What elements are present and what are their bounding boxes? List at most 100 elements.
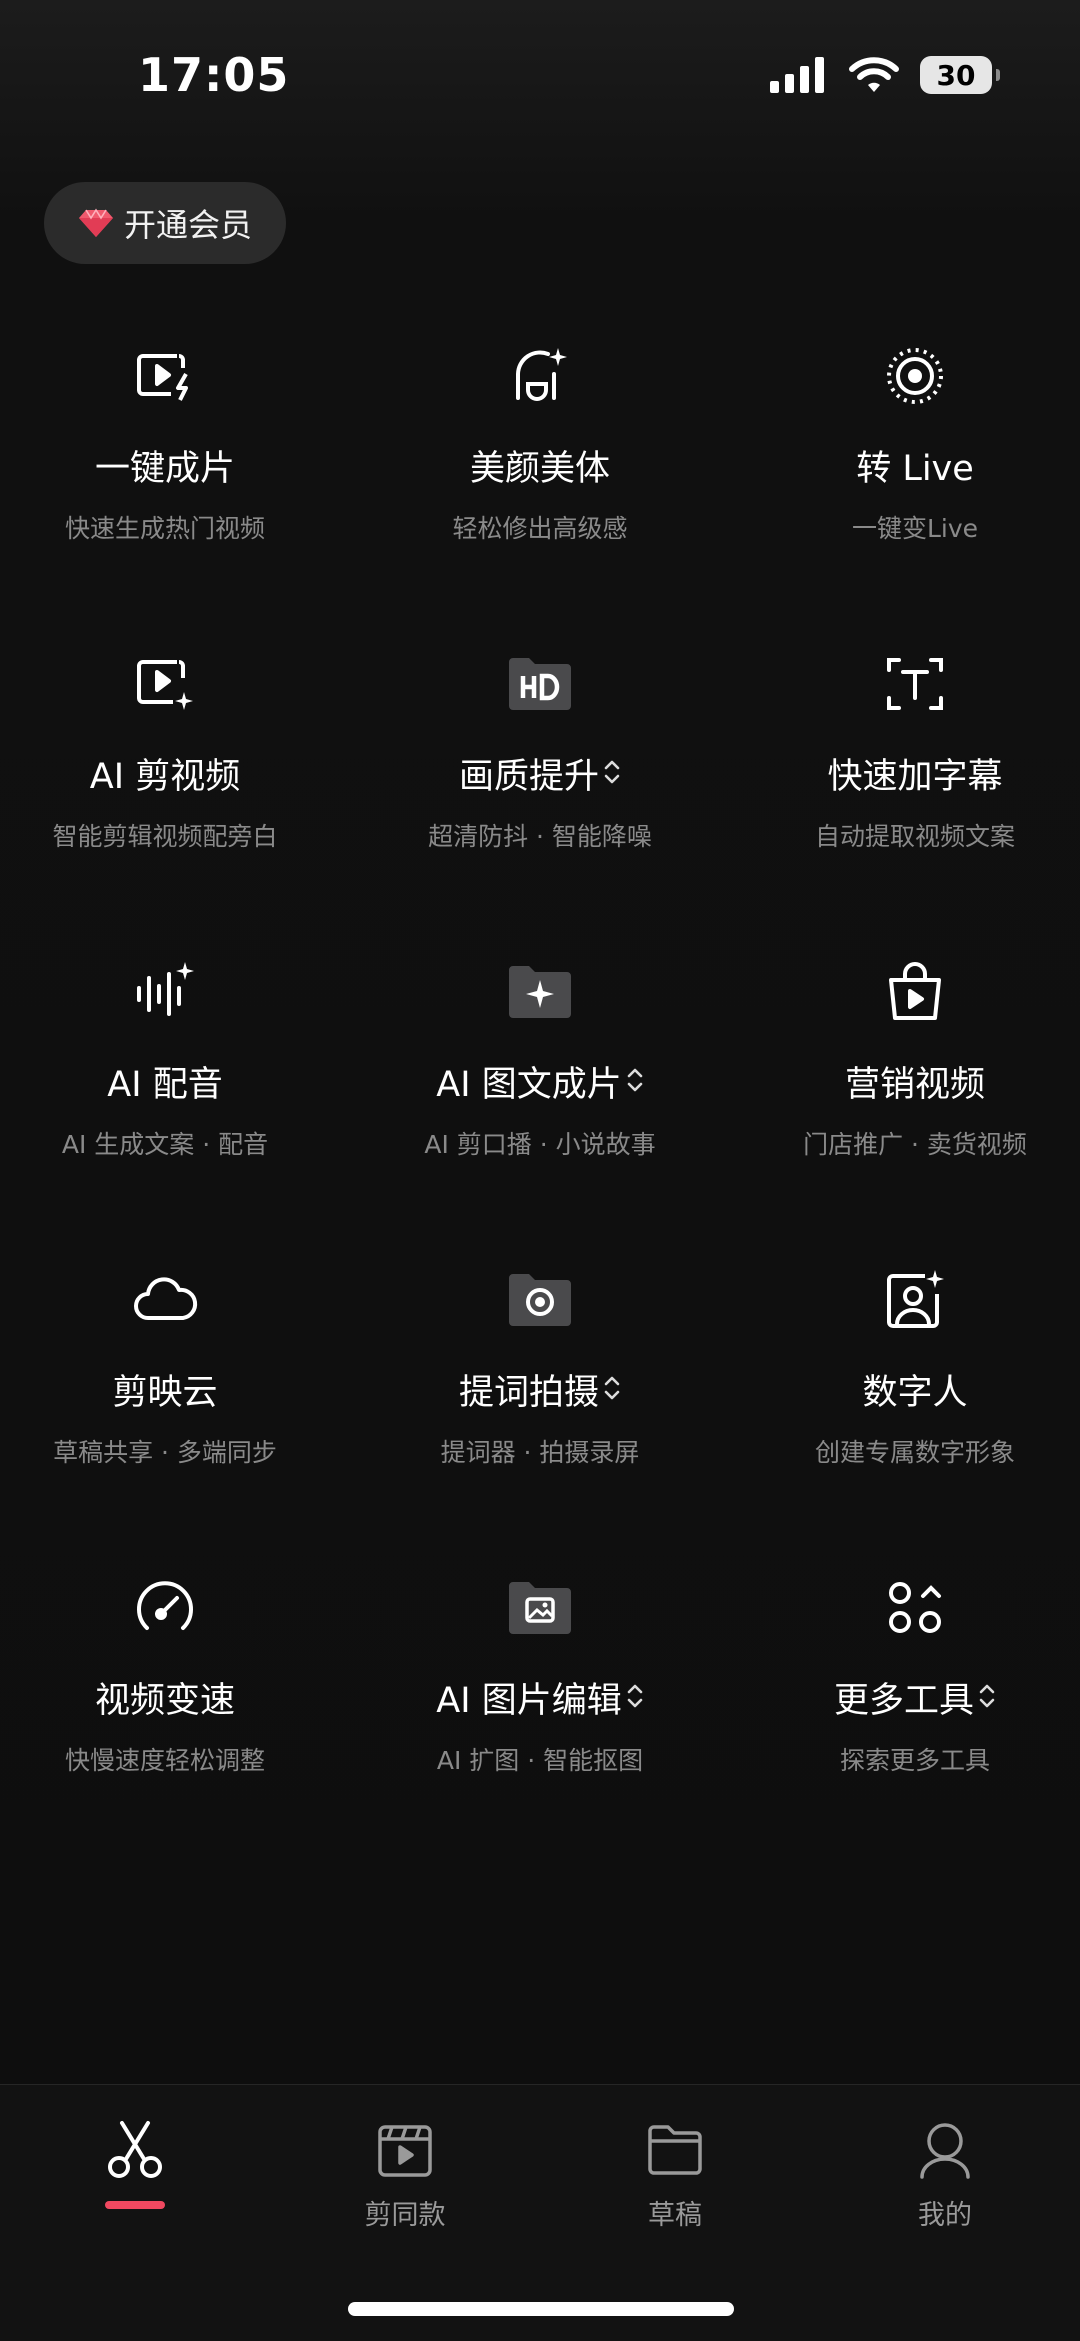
tool-title-text: AI 配音 xyxy=(107,1065,223,1105)
video-flash-icon xyxy=(137,354,188,401)
nav-item-drafts[interactable]: 草稿 xyxy=(575,2119,775,2232)
nav-item-templates[interactable]: 剪同款 xyxy=(305,2119,505,2232)
tool-title-text: AI 图片编辑 xyxy=(436,1681,622,1721)
switch-updown-icon xyxy=(626,1067,644,1097)
more-tools-icon xyxy=(889,1582,941,1633)
nav-icon-wrap xyxy=(914,2119,976,2181)
tool-icon-wrap xyxy=(879,1572,951,1644)
tool-subtitle: 提词器 · 拍摄录屏 xyxy=(440,1438,640,1467)
nav-icon-wrap xyxy=(104,2119,166,2181)
tool-title-text: 快速加字幕 xyxy=(827,757,1003,797)
vip-member-label: 开通会员 xyxy=(123,206,252,244)
tool-title-text: 剪映云 xyxy=(112,1373,218,1413)
tool-subtitle: 超清防抖 · 智能降噪 xyxy=(428,822,652,851)
tool-icon-wrap xyxy=(129,1264,201,1336)
tool-quality[interactable]: 画质提升超清防抖 · 智能降噪 xyxy=(330,638,750,946)
tool-subtitle: 快慢速度轻松调整 xyxy=(64,1746,265,1775)
clapper-icon xyxy=(378,2125,432,2177)
tool-title: 营销视频 xyxy=(845,1056,985,1107)
nav-item-edit[interactable] xyxy=(35,2119,235,2209)
tool-icon-wrap xyxy=(129,1572,201,1644)
switch-updown-icon xyxy=(603,1375,621,1405)
tool-live[interactable]: 转 Live 一键变Live xyxy=(750,330,1080,638)
tool-title-text: AI 剪视频 xyxy=(89,757,241,797)
tool-title: 画质提升 xyxy=(459,748,621,799)
tool-teleprompter[interactable]: 提词拍摄提词器 · 拍摄录屏 xyxy=(330,1254,750,1562)
tool-icon-wrap xyxy=(504,1264,576,1336)
scissors-icon xyxy=(108,2121,162,2178)
tool-icon-wrap xyxy=(504,340,576,412)
tool-title: 一键成片 xyxy=(95,440,235,491)
tool-title: 转 Live xyxy=(856,440,974,491)
sparkle-folder-icon xyxy=(509,966,571,1018)
cloud-icon xyxy=(134,1277,198,1320)
speedometer-icon xyxy=(137,1581,193,1630)
tool-icon-wrap xyxy=(504,648,576,720)
live-photo-icon xyxy=(887,348,943,404)
tool-ai-image[interactable]: AI 图片编辑 AI 扩图 · 智能抠图 xyxy=(330,1562,750,1870)
vip-member-button[interactable]: 开通会员 xyxy=(44,182,286,264)
tool-icon-wrap xyxy=(879,956,951,1028)
face-sparkle-icon xyxy=(516,348,567,401)
tool-icon-wrap xyxy=(129,648,201,720)
tool-ai-imgtext[interactable]: AI 图文成片 AI 剪口播 · 小说故事 xyxy=(330,946,750,1254)
nav-icon-wrap xyxy=(374,2119,436,2181)
hd-folder-icon xyxy=(509,658,571,710)
tool-avatar[interactable]: 数字人 创建专属数字形象 xyxy=(750,1254,1080,1562)
tool-captions[interactable]: 快速加字幕自动提取视频文案 xyxy=(750,638,1080,946)
tool-title-text: 更多工具 xyxy=(833,1681,974,1721)
image-folder-icon xyxy=(509,1582,571,1634)
nav-icon-wrap xyxy=(644,2119,706,2181)
tool-title-text: 转 Live xyxy=(856,449,974,489)
tool-icon-wrap xyxy=(879,648,951,720)
tool-icon-wrap xyxy=(879,1264,951,1336)
user-icon xyxy=(920,2123,970,2179)
tool-title: 美颜美体 xyxy=(470,440,610,491)
tool-marketing[interactable]: 营销视频门店推广 · 卖货视频 xyxy=(750,946,1080,1254)
tool-title: AI 图文成片 xyxy=(436,1056,643,1107)
tool-cloud[interactable]: 剪映云 草稿共享 · 多端同步 xyxy=(0,1254,330,1562)
tool-more[interactable]: 更多工具探索更多工具 xyxy=(750,1562,1080,1870)
tool-icon-wrap xyxy=(504,1572,576,1644)
diamond-icon xyxy=(78,208,113,237)
status-bar: 17:05 30 xyxy=(0,0,1080,160)
tool-subtitle: 门店推广 · 卖货视频 xyxy=(803,1130,1027,1159)
folder-icon xyxy=(648,2125,702,2175)
nav-item-me[interactable]: 我的 xyxy=(845,2119,1045,2232)
tool-ai-voice[interactable]: AI 配音 AI 生成文案 · 配音 xyxy=(0,946,330,1254)
tool-title: 数字人 xyxy=(862,1364,967,1415)
tool-title-text: 视频变速 xyxy=(94,1681,235,1721)
tool-speed[interactable]: 视频变速快慢速度轻松调整 xyxy=(0,1562,330,1870)
battery-indicator: 30 xyxy=(920,56,1000,94)
tool-title: 视频变速 xyxy=(95,1672,235,1723)
wifi-icon xyxy=(849,57,899,92)
status-indicators: 30 xyxy=(770,56,1000,94)
text-frame-icon xyxy=(887,658,943,710)
home-indicator xyxy=(348,2302,734,2316)
waveform-icon xyxy=(137,962,194,1016)
status-time: 17:05 xyxy=(138,48,290,102)
tool-title: 快速加字幕 xyxy=(827,748,1002,799)
tool-subtitle: 轻松修出高级感 xyxy=(452,514,628,543)
tool-one-click[interactable]: 一键成片 快速生成热门视频 xyxy=(0,330,330,638)
tool-subtitle: 自动提取视频文案 xyxy=(814,822,1015,851)
tool-icon-wrap xyxy=(879,340,951,412)
person-sparkle-icon xyxy=(887,1270,944,1328)
tool-ai-edit[interactable]: AI 剪视频智能剪辑视频配旁白 xyxy=(0,638,330,946)
tool-title: 剪映云 xyxy=(112,1364,217,1415)
tool-title-text: 提词拍摄 xyxy=(458,1373,599,1413)
tool-title-text: AI 图文成片 xyxy=(436,1065,622,1105)
active-tab-indicator xyxy=(105,2201,165,2209)
tool-icon-wrap xyxy=(129,956,201,1028)
tool-title-text: 画质提升 xyxy=(458,757,599,797)
tool-title-text: 一键成片 xyxy=(94,449,235,489)
screen: 17:05 30 开通会员 一键成片 快速生成热门视频 美颜美体 轻松修出高级感… xyxy=(0,0,1080,2341)
tool-icon-wrap xyxy=(504,956,576,1028)
nav-label: 剪同款 xyxy=(364,2200,446,2231)
switch-updown-icon xyxy=(626,1683,644,1713)
tool-subtitle: 智能剪辑视频配旁白 xyxy=(52,822,278,851)
tool-subtitle: 探索更多工具 xyxy=(839,1746,990,1775)
video-sparkle-icon xyxy=(137,660,193,710)
tool-beauty[interactable]: 美颜美体轻松修出高级感 xyxy=(330,330,750,638)
nav-label: 草稿 xyxy=(648,2200,702,2231)
